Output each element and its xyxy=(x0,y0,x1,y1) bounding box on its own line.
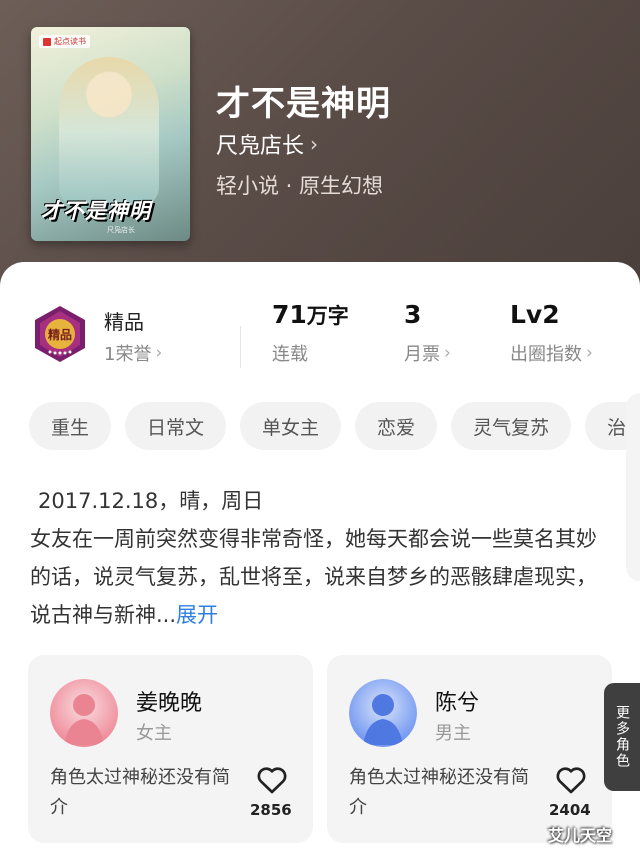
tag-chip[interactable]: 日常文 xyxy=(125,402,227,450)
book-detail-sheet: 精品 精品 1荣誉 › 71万字 连载 3 月票 › Lv2 出圈指数 › 重生 日常… xyxy=(0,262,640,857)
character-name: 陈兮 xyxy=(435,691,480,716)
book-genre: 轻小说 · 原生幻想 xyxy=(216,174,384,198)
tag-chip[interactable]: 灵气复苏 xyxy=(451,402,572,450)
character-description: 角色太过神秘还没有简介 xyxy=(349,767,529,818)
popularity-index-link[interactable]: 出圈指数 › xyxy=(510,340,593,366)
character-description: 角色太过神秘还没有简介 xyxy=(50,767,230,818)
stats-divider xyxy=(240,326,241,368)
chevron-right-icon: › xyxy=(586,343,593,363)
quality-badge-icon[interactable]: 精品 xyxy=(30,304,90,364)
heart-icon[interactable] xyxy=(256,765,288,795)
synopsis-body: 女友在一周前突然变得非常奇怪，她每天都会说一些莫名其妙的话，说灵气复苏，乱世将至… xyxy=(30,527,597,627)
expand-link[interactable]: 展开 xyxy=(176,603,218,627)
heart-icon[interactable] xyxy=(555,765,587,795)
cover-author-text: 尺凫店长 xyxy=(107,226,135,234)
character-avatar xyxy=(349,679,417,747)
chevron-right-icon: › xyxy=(310,132,319,156)
tag-chip[interactable]: 重生 xyxy=(29,402,112,450)
chevron-right-icon: › xyxy=(444,343,451,363)
monthly-tickets-link[interactable]: 月票 › xyxy=(404,340,451,366)
publisher-logo-icon xyxy=(43,37,51,46)
synopsis-date-line: 2017.12.18，晴，周日 xyxy=(38,489,264,513)
cover-title-text: 才不是神明 xyxy=(41,199,151,223)
cover-publisher-logo: 起点读书 xyxy=(39,35,90,48)
cover-illustration xyxy=(59,57,159,207)
stats-row: 精品 精品 1荣誉 › 71万字 连载 3 月票 › Lv2 出圈指数 › xyxy=(0,292,640,372)
more-characters-button[interactable]: 更多角色 xyxy=(604,683,640,791)
character-card[interactable]: 姜晚晚 女主 角色太过神秘还没有简介 2856 xyxy=(28,655,313,843)
book-cover-image[interactable]: 起点读书 才不是神明 尺凫店长 xyxy=(31,27,190,241)
character-card[interactable]: 陈兮 男主 角色太过神秘还没有简介 2404 xyxy=(327,655,612,843)
honors-link[interactable]: 1荣誉 › xyxy=(104,340,162,366)
character-role: 女主 xyxy=(136,723,172,744)
author-name: 尺凫店长 xyxy=(216,134,305,159)
watermark-text: 艾儿天空 xyxy=(548,826,613,845)
next-character-card-peek[interactable] xyxy=(626,393,640,581)
svg-text:精品: 精品 xyxy=(48,327,72,342)
character-name: 姜晚晚 xyxy=(136,691,203,716)
word-count: 71万字 xyxy=(272,300,349,329)
book-header: 起点读书 才不是神明 尺凫店长 才不是神明 尺凫店长 › 轻小说 · 原生幻想 xyxy=(0,0,640,300)
book-title: 才不是神明 xyxy=(216,84,391,124)
author-link[interactable]: 尺凫店长 › xyxy=(216,128,318,160)
book-synopsis[interactable]: 2017.12.18，晴，周日 女友在一周前突然变得非常奇怪，她每天都会说一些莫… xyxy=(30,482,615,634)
monthly-tickets-count: 3 xyxy=(404,300,422,329)
character-role: 男主 xyxy=(435,723,471,744)
like-count: 2404 xyxy=(549,801,591,819)
badge-label: 精品 xyxy=(104,310,144,334)
like-count: 2856 xyxy=(250,801,292,819)
character-avatar xyxy=(50,679,118,747)
tag-chip[interactable]: 恋爱 xyxy=(355,402,438,450)
tag-list: 重生 日常文 单女主 恋爱 灵气复苏 治 xyxy=(29,402,640,450)
chevron-right-icon: › xyxy=(155,343,163,363)
serial-status: 连载 xyxy=(272,344,308,365)
popularity-level: Lv2 xyxy=(510,300,560,329)
tag-chip[interactable]: 单女主 xyxy=(240,402,342,450)
